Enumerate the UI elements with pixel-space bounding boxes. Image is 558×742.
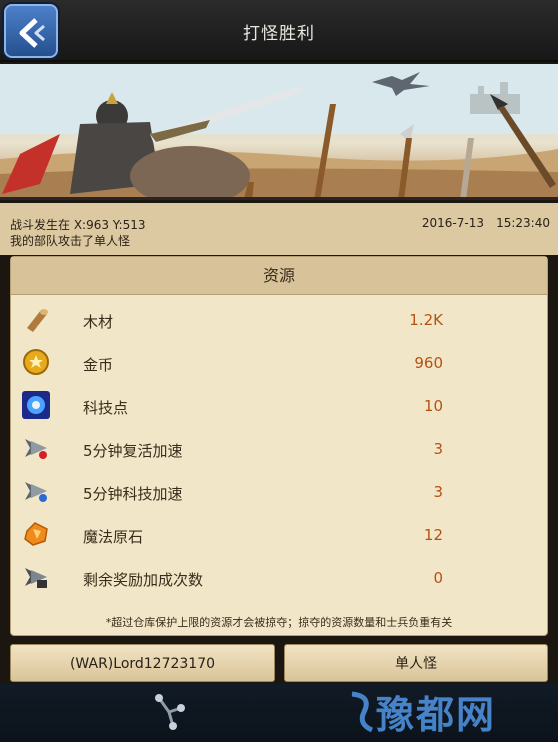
resource-value: 1.2K [409,311,443,329]
resource-row-tech-speedup: 5分钟科技加速 3 [11,471,547,514]
revive-speedup-icon [25,439,47,459]
monster-type-button[interactable]: 单人怪 [284,644,548,682]
resource-value: 960 [414,354,443,372]
watermark-text: 豫都网 [376,692,497,737]
resource-label: 剩余奖励加成次数 [83,571,204,589]
header-bar: 打怪胜利 [0,0,558,62]
resource-row-tech-points: 科技点 10 [11,385,547,428]
gold-coin-icon [23,349,49,375]
resource-value: 12 [423,526,443,544]
battle-banner-image [0,64,558,200]
tech-orb-icon [22,391,50,419]
resource-label: 科技点 [83,399,129,417]
resource-label: 5分钟复活加速 [83,442,183,460]
resource-value: 10 [423,397,443,415]
resource-row-magic-stone: 魔法原石 12 [11,514,547,557]
resource-value: 0 [433,569,443,587]
resource-row-bonus-count: 剩余奖励加成次数 0 [11,557,547,600]
bottom-bar: 豫都网 [0,684,558,742]
resource-row-gold: 金币 960 [11,342,547,385]
resource-row-wood: 木材 1.2K [11,299,547,342]
wood-log-icon [27,309,48,332]
resource-label: 金币 [83,356,114,374]
magic-stone-icon [24,522,48,546]
player-name-button[interactable]: (WAR)Lord12723170 [10,644,275,682]
watermark-logo-icon [351,691,374,733]
battle-location[interactable]: 战斗发生在 X:963 Y:513 [10,216,145,233]
battle-info: 战斗发生在 X:963 Y:513 我的部队攻击了单人怪 2016-7-13 1… [0,203,558,255]
resource-label: 魔法原石 [83,528,144,546]
bonus-count-icon [25,568,47,588]
resource-label: 5分钟科技加速 [83,485,183,503]
plunder-note: *超过仓库保护上限的资源才会被掠夺；掠夺的资源数量和士兵负重有关 [105,616,453,629]
battle-time: 15:23:40 [496,216,550,230]
resources-heading: 资源 [11,257,547,295]
resource-row-revive-speedup: 5分钟复活加速 3 [11,428,547,471]
battle-description: 我的部队攻击了单人怪 [10,234,131,248]
battle-date: 2016-7-13 [421,216,484,230]
resources-panel: 资源 木材 1.2K 金币 960 科技点 10 5分钟复活加速 3 5分钟科技… [10,256,548,636]
resource-value: 3 [433,440,443,458]
tech-speedup-icon [25,482,47,502]
share-icon[interactable] [147,688,191,732]
page-title: 打怪胜利 [243,24,315,44]
resource-value: 3 [433,483,443,501]
resource-label: 木材 [83,313,114,331]
